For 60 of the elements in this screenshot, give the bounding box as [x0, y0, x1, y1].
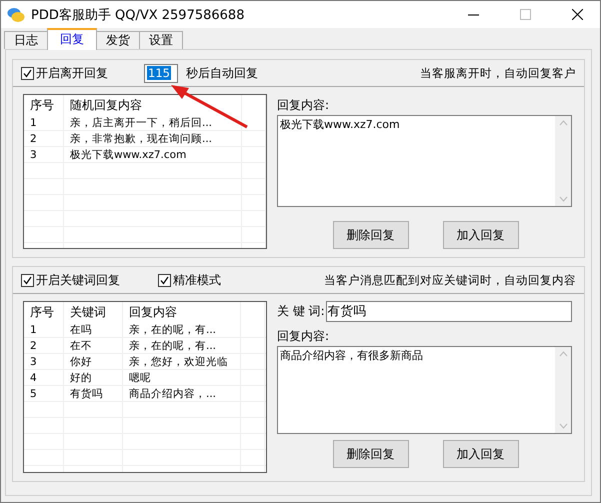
- tab[interactable]: 回复: [47, 28, 97, 50]
- table-cell: 1: [24, 115, 64, 130]
- table-cell: 4: [24, 370, 64, 385]
- seconds-label: 秒后自动回复: [186, 64, 258, 82]
- column-header[interactable]: 序号: [24, 302, 64, 322]
- table-cell: 好的: [64, 370, 123, 385]
- column-header[interactable]: 序号: [24, 95, 64, 115]
- checkbox-label[interactable]: 开启关键词回复: [36, 272, 120, 288]
- column-header[interactable]: 回复内容: [123, 302, 241, 322]
- table-cell: 2: [24, 338, 64, 353]
- check-icon: [23, 68, 32, 78]
- table-cell: 3: [24, 147, 64, 162]
- table-cell: 你好: [64, 354, 123, 369]
- tab[interactable]: 发货: [96, 31, 140, 49]
- scroll-down-icon[interactable]: [558, 196, 568, 202]
- table-cell: 嗯呢: [123, 370, 241, 385]
- chat-bubbles-icon: [7, 6, 25, 22]
- scroll-up-icon[interactable]: [558, 351, 568, 357]
- table-cell: 亲，店主离开一下，稍后回...: [64, 115, 242, 130]
- tab[interactable]: 日志: [4, 31, 48, 49]
- table-cell: 有货吗: [64, 386, 123, 401]
- checkbox-label[interactable]: 开启离开回复: [36, 64, 108, 82]
- scrollbar[interactable]: [555, 347, 571, 433]
- table-cell: 亲，在的呢，有...: [123, 338, 241, 353]
- table-cell: 3: [24, 354, 64, 369]
- table-cell: 亲，您好，欢迎光临: [123, 354, 241, 369]
- scrollbar[interactable]: [555, 116, 571, 206]
- content-field[interactable]: 极光下载www.xz7.com: [277, 115, 572, 207]
- column-header[interactable]: 关键词: [64, 302, 123, 322]
- checkbox[interactable]: [21, 274, 34, 286]
- table-cell: 极光下载www.xz7.com: [64, 147, 242, 162]
- content-label: 回复内容:: [277, 328, 330, 345]
- table-cell: 5: [24, 386, 64, 401]
- table-cell: 在吗: [64, 322, 123, 337]
- scroll-up-icon[interactable]: [558, 120, 568, 126]
- content-label: 回复内容:: [277, 97, 330, 114]
- table-cell: 2: [24, 131, 64, 146]
- tab[interactable]: 设置: [139, 31, 183, 49]
- check-icon: [160, 276, 169, 284]
- checkbox-label[interactable]: 精准模式: [173, 272, 221, 288]
- hint-text: 当客服离开时，自动回复客户: [420, 66, 576, 80]
- checkbox[interactable]: [21, 66, 34, 80]
- checkbox[interactable]: [158, 274, 171, 286]
- seconds-field[interactable]: 115: [144, 64, 178, 82]
- keyword-label: 关 键 词:: [277, 303, 325, 320]
- keyword-field[interactable]: 有货吗: [326, 301, 572, 322]
- table-cell: 在不: [64, 338, 123, 353]
- content-field[interactable]: 商品介绍内容，有很多新商品: [277, 346, 572, 434]
- check-icon: [23, 276, 32, 284]
- table-cell: 亲，非常抱歉，现在询问顾...: [64, 131, 242, 146]
- hint-text: 当客户消息匹配到对应关键词时，自动回复内容: [324, 272, 576, 288]
- scroll-down-icon[interactable]: [558, 423, 568, 429]
- table-cell: 亲，在的呢，有...: [123, 322, 241, 337]
- reply-button[interactable]: 删除回复: [332, 440, 408, 468]
- table-cell: 1: [24, 322, 64, 337]
- window-title: PDD客服助手 QQ/VX 2597586688: [31, 6, 246, 24]
- reply-button[interactable]: 加入回复: [442, 440, 518, 468]
- table-cell: 商品介绍内容，...: [123, 386, 241, 401]
- reply-button[interactable]: 加入回复: [442, 221, 518, 249]
- reply-button[interactable]: 删除回复: [332, 221, 408, 249]
